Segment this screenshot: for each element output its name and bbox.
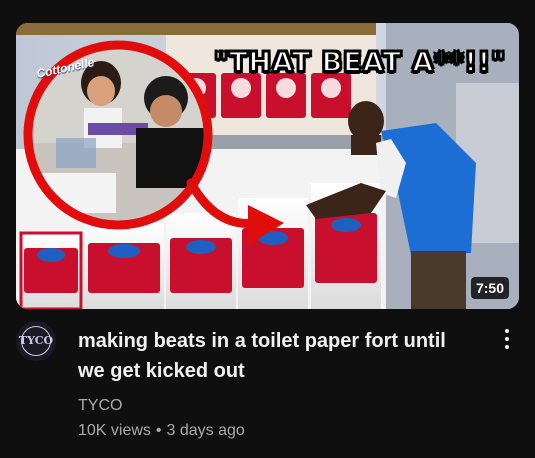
video-card[interactable]: Cottonelle "THAT BEAT A**!!" 7:50 TYCO m…	[0, 0, 535, 458]
menu-dot	[505, 329, 509, 333]
more-vert-icon[interactable]	[495, 325, 519, 353]
view-count: 10K views	[78, 422, 151, 439]
channel-avatar-logo: TYCO	[19, 326, 53, 356]
video-details: TYCO making beats in a toilet paper fort…	[16, 321, 519, 451]
menu-dot	[505, 337, 509, 341]
video-title[interactable]: making beats in a toilet paper fort unti…	[78, 326, 478, 386]
video-metadata: 10K views • 3 days ago	[78, 422, 245, 440]
meta-separator: •	[155, 422, 162, 439]
video-thumbnail[interactable]: Cottonelle "THAT BEAT A**!!" 7:50	[16, 23, 519, 309]
thumbnail-caption: "THAT BEAT A**!!"	[213, 46, 507, 79]
channel-name[interactable]: TYCO	[78, 397, 122, 415]
channel-avatar[interactable]: TYCO	[16, 321, 56, 361]
duration-badge: 7:50	[470, 277, 509, 299]
upload-age: 3 days ago	[166, 422, 245, 439]
menu-dot	[505, 345, 509, 349]
